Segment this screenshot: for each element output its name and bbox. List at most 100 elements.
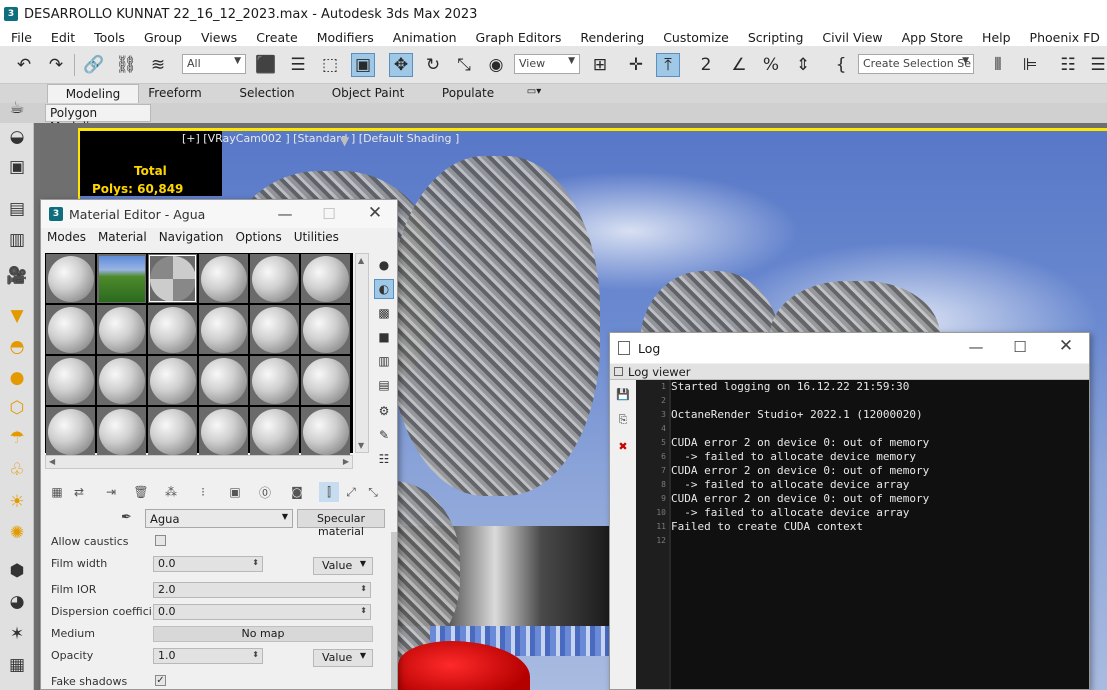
film-ior-spinner[interactable]: 2.0 ⬍ <box>153 582 371 598</box>
make-preview-icon[interactable]: ▤ <box>374 375 394 395</box>
fake-shadows-checkbox[interactable]: ✓ <box>155 675 166 686</box>
select-by-material-icon[interactable]: ✎ <box>374 425 394 445</box>
material-slot[interactable] <box>250 305 299 354</box>
select-by-name-icon[interactable]: ☰ <box>286 53 310 77</box>
film-width-spinner[interactable]: 0.0 ⬍ <box>153 556 263 572</box>
show-shaded-material-icon[interactable]: ⓪ <box>255 482 275 502</box>
material-sphere-icon[interactable]: ◕ <box>5 591 29 613</box>
menu-customize[interactable]: Customize <box>652 30 737 45</box>
scene-explorer-icon[interactable]: ☷ <box>1056 53 1080 77</box>
menu-scripting[interactable]: Scripting <box>737 30 812 45</box>
material-slot[interactable] <box>46 407 95 456</box>
link-icon[interactable]: 🔗 <box>82 53 106 77</box>
pick-from-object-icon[interactable]: ⤡ <box>363 482 383 502</box>
material-slot[interactable] <box>250 407 299 456</box>
pivot-point-center-icon[interactable]: ⊞ <box>588 53 612 77</box>
material-editor-titlebar[interactable]: 3 Material Editor - Agua <box>41 200 397 228</box>
chevron-down-icon[interactable]: ▼ <box>358 441 364 450</box>
background-icon[interactable]: ▩ <box>374 303 394 323</box>
material-slot[interactable] <box>199 305 248 354</box>
menu-help[interactable]: Help <box>971 30 1019 45</box>
material-slot[interactable] <box>97 305 146 354</box>
bind-space-warp-icon[interactable]: ≋ <box>146 53 170 77</box>
slots-vertical-scrollbar[interactable]: ▲ ▼ <box>355 253 369 453</box>
snaps-toggle-icon[interactable]: 2 <box>694 53 718 77</box>
assign-to-selection-icon[interactable]: ⇥ <box>101 482 121 502</box>
save-icon[interactable]: 💾 <box>615 386 631 402</box>
allow-caustics-checkbox[interactable] <box>155 535 166 546</box>
material-slot[interactable] <box>199 254 248 303</box>
menu-civil-view[interactable]: Civil View <box>811 30 890 45</box>
material-slot[interactable] <box>46 356 95 405</box>
camera-icon[interactable]: 🎥 <box>5 265 29 287</box>
material-slot[interactable] <box>250 356 299 405</box>
go-forward-to-sibling-icon[interactable]: ⤢ <box>341 482 361 502</box>
sample-uv-tiling-icon[interactable]: ■ <box>374 327 394 347</box>
menu-graph-editors[interactable]: Graph Editors <box>465 30 570 45</box>
dome-light-icon[interactable]: ◓ <box>5 336 29 358</box>
spinner-snap-icon[interactable]: ⇕ <box>791 53 815 77</box>
menu-phoenix-fd[interactable]: Phoenix FD <box>1019 30 1107 45</box>
select-object-icon[interactable]: ⬛ <box>254 53 278 77</box>
spinner-arrows-icon[interactable]: ⬍ <box>360 582 367 596</box>
eyedropper-icon[interactable]: ✒ <box>121 510 132 525</box>
chevron-up-icon[interactable]: ▲ <box>358 256 364 265</box>
filter-icon[interactable]: ▼ <box>340 134 349 148</box>
menu-create[interactable]: Create <box>245 30 306 45</box>
select-and-scale-icon[interactable]: ⤡ <box>452 53 476 77</box>
undo-icon[interactable]: ↶ <box>12 53 36 77</box>
keyboard-shortcut-override-icon[interactable]: ⤒ <box>656 53 680 77</box>
opacity-mode-dropdown[interactable]: Value ▼ <box>313 649 373 667</box>
mated-menu-utilities[interactable]: Utilities <box>288 230 345 248</box>
grid-icon[interactable]: ▦ <box>5 654 29 676</box>
material-slot[interactable] <box>250 254 299 303</box>
ribbon-tab-selection[interactable]: Selection <box>236 84 298 103</box>
video-color-check-icon[interactable]: ▥ <box>374 351 394 371</box>
get-material-icon[interactable]: ▦ <box>47 482 67 502</box>
material-slot[interactable] <box>97 356 146 405</box>
material-type-button[interactable]: Specular material <box>297 509 385 538</box>
align-icon[interactable]: ⊫ <box>1018 53 1042 77</box>
sunburst-icon[interactable]: ✺ <box>5 522 29 544</box>
maximize-icon[interactable]: ☐ <box>319 205 339 223</box>
sample-type-icon[interactable]: ● <box>374 255 394 275</box>
minimize-icon[interactable]: — <box>275 205 295 223</box>
spinner-arrows-icon[interactable]: ⬍ <box>252 648 259 662</box>
chevron-right-icon[interactable]: ▶ <box>343 457 349 466</box>
clear-icon[interactable]: ✖ <box>615 438 631 454</box>
spinner-arrows-icon[interactable]: ⬍ <box>360 604 367 618</box>
log-text-area[interactable]: Started logging on 16.12.22 21:59:30 Oct… <box>671 380 1089 689</box>
material-slot[interactable] <box>148 305 197 354</box>
box-icon[interactable]: ⬢ <box>5 560 29 582</box>
go-to-parent-icon[interactable]: ⫿ <box>319 482 339 502</box>
material-name-dropdown[interactable]: Agua ▼ <box>145 509 293 528</box>
close-icon[interactable]: ✕ <box>1056 336 1076 356</box>
mated-menu-navigation[interactable]: Navigation <box>153 230 230 248</box>
material-slot[interactable] <box>148 407 197 456</box>
ribbon-tab-freeform[interactable]: Freeform <box>143 84 207 103</box>
menu-tools[interactable]: Tools <box>83 30 133 45</box>
material-slot[interactable] <box>301 356 350 405</box>
mirror-icon[interactable]: ⫴ <box>986 53 1010 77</box>
place-icon[interactable]: ◉ <box>484 53 508 77</box>
menu-animation[interactable]: Animation <box>382 30 465 45</box>
opacity-spinner[interactable]: 1.0 ⬍ <box>153 648 263 664</box>
ribbon-options-icon[interactable]: ▭▾ <box>520 84 548 103</box>
named-selection-set-dropdown[interactable]: Create Selection Se ▼ <box>858 54 974 74</box>
menu-modifiers[interactable]: Modifiers <box>306 30 382 45</box>
angle-snap-icon[interactable]: ∠ <box>727 53 751 77</box>
percent-snap-icon[interactable]: % <box>759 53 783 77</box>
menu-views[interactable]: Views <box>190 30 245 45</box>
spinner-arrows-icon[interactable]: ⬍ <box>252 556 259 570</box>
chevron-left-icon[interactable]: ◀ <box>49 457 55 466</box>
sun-icon[interactable]: ☀ <box>5 491 29 513</box>
select-and-move-icon[interactable]: ✥ <box>389 53 413 77</box>
sphere-light-icon[interactable]: ● <box>5 367 29 389</box>
material-map-navigator-icon[interactable]: ☷ <box>374 449 394 469</box>
menu-edit[interactable]: Edit <box>40 30 83 45</box>
edit-named-selection-icon[interactable]: { <box>829 53 853 77</box>
menu-rendering[interactable]: Rendering <box>569 30 652 45</box>
material-slot[interactable] <box>97 254 146 303</box>
menu-group[interactable]: Group <box>133 30 190 45</box>
reset-map-icon[interactable]: 🗑 <box>131 482 151 502</box>
